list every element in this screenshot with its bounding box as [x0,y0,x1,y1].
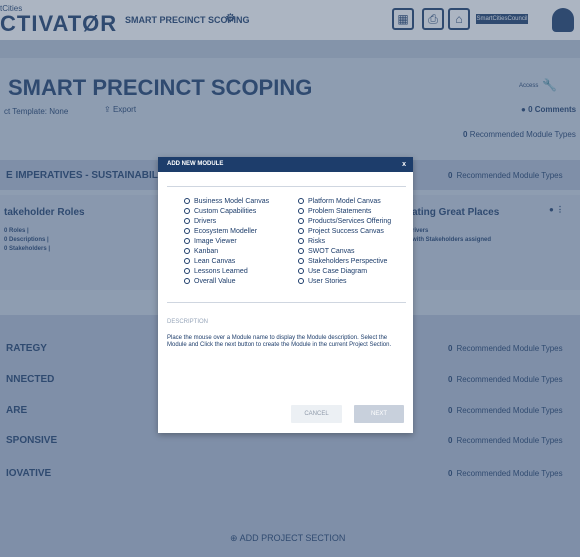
divider [167,302,406,303]
module-option[interactable]: Lessons Learned [184,267,248,276]
radio-icon[interactable] [298,258,304,264]
module-option[interactable]: Ecosystem Modeller [184,227,257,236]
option-label: Lessons Learned [194,268,248,275]
radio-icon[interactable] [298,228,304,234]
dialog-header: ADD NEW MODULE x [158,157,413,172]
option-label: Project Success Canvas [308,228,384,235]
radio-icon[interactable] [298,248,304,254]
module-option[interactable]: Use Case Diagram [298,267,367,276]
radio-icon[interactable] [184,218,190,224]
radio-icon[interactable] [298,278,304,284]
next-button[interactable]: NEXT [354,405,404,423]
radio-icon[interactable] [184,228,190,234]
module-option[interactable]: Project Success Canvas [298,227,384,236]
radio-icon[interactable] [298,198,304,204]
radio-icon[interactable] [184,278,190,284]
description-text: Place the mouse over a Module name to di… [167,335,392,349]
option-label: Business Model Canvas [194,198,270,205]
radio-icon[interactable] [184,268,190,274]
module-option[interactable]: Stakeholders Perspective [298,257,387,266]
radio-icon[interactable] [298,268,304,274]
radio-icon[interactable] [184,198,190,204]
divider [167,186,406,187]
module-option[interactable]: User Stories [298,277,347,286]
radio-icon[interactable] [298,238,304,244]
option-label: Drivers [194,218,217,225]
option-label: Custom Capabilities [194,208,257,215]
option-label: Stakeholders Perspective [308,258,388,265]
module-option[interactable]: Platform Model Canvas [298,197,381,206]
cancel-button[interactable]: CANCEL [291,405,342,423]
radio-icon[interactable] [298,218,304,224]
module-option[interactable]: Problem Statements [298,207,371,216]
module-option[interactable]: Overall Value [184,277,236,286]
option-label: SWOT Canvas [308,248,355,255]
module-option[interactable]: Image Viewer [184,237,237,246]
option-label: Ecosystem Modeller [194,228,258,235]
option-label: Overall Value [194,278,236,285]
module-option[interactable]: Drivers [184,217,216,226]
radio-icon[interactable] [184,248,190,254]
module-option[interactable]: Kanban [184,247,218,256]
radio-icon[interactable] [184,208,190,214]
module-option[interactable]: Products/Services Offering [298,217,391,226]
option-label: Platform Model Canvas [308,198,381,205]
radio-icon[interactable] [298,208,304,214]
add-module-dialog: ADD NEW MODULE x Business Model Canvas C… [158,157,413,433]
option-label: Lean Canvas [194,258,236,265]
module-option[interactable]: Lean Canvas [184,257,235,266]
module-option[interactable]: Business Model Canvas [184,197,269,206]
description-label: DESCRIPTION [167,319,209,325]
option-label: Products/Services Offering [308,218,392,225]
module-option[interactable]: Risks [298,237,325,246]
dialog-title: ADD NEW MODULE [167,161,224,167]
option-label: Risks [308,238,326,245]
option-label: Kanban [194,248,219,255]
option-label: Problem Statements [308,208,372,215]
module-option[interactable]: SWOT Canvas [298,247,355,256]
radio-icon[interactable] [184,238,190,244]
option-label: User Stories [308,278,347,285]
close-icon[interactable]: x [402,157,406,172]
radio-icon[interactable] [184,258,190,264]
option-label: Use Case Diagram [308,268,368,275]
option-label: Image Viewer [194,238,237,245]
module-option[interactable]: Custom Capabilities [184,207,256,216]
